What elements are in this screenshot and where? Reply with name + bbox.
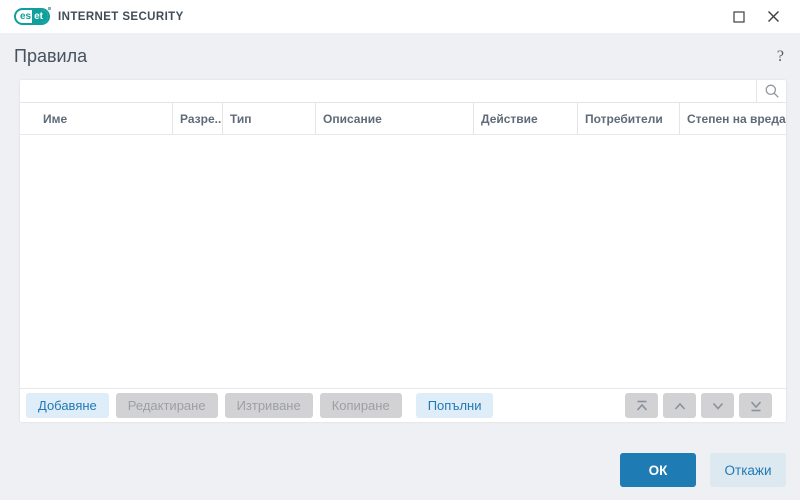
move-up-button[interactable] bbox=[663, 393, 696, 418]
column-header-type[interactable]: Тип bbox=[222, 103, 315, 134]
search-bar bbox=[20, 80, 786, 103]
chevron-down-icon bbox=[711, 400, 725, 412]
ok-button[interactable]: ОК bbox=[620, 453, 696, 487]
chevron-down-bar-icon bbox=[749, 400, 763, 412]
rules-panel: Име Разре... Тип Описание Действие Потре… bbox=[20, 80, 786, 422]
maximize-button[interactable] bbox=[726, 5, 752, 29]
cancel-button[interactable]: Откажи bbox=[710, 453, 786, 487]
trademark-icon bbox=[48, 7, 52, 10]
page-title: Правила bbox=[14, 46, 88, 66]
eset-logo-icon: es et bbox=[14, 7, 52, 25]
dialog-footer: ОК Откажи bbox=[0, 422, 800, 500]
eset-rules-window: es et INTERNET SECURITY Правила ? Име Ра… bbox=[0, 0, 800, 500]
move-down-button[interactable] bbox=[701, 393, 734, 418]
copy-button: Копиране bbox=[319, 393, 402, 418]
column-header-users[interactable]: Потребители bbox=[577, 103, 679, 134]
search-input[interactable] bbox=[20, 80, 756, 102]
delete-button: Изтриване bbox=[224, 393, 313, 418]
maximize-icon bbox=[733, 10, 745, 23]
search-button[interactable] bbox=[756, 80, 786, 102]
column-header-action[interactable]: Действие bbox=[473, 103, 577, 134]
column-header-severity[interactable]: Степен на вреда bbox=[679, 103, 786, 134]
close-icon bbox=[767, 10, 780, 23]
help-button[interactable]: ? bbox=[775, 48, 786, 66]
column-header-permission[interactable]: Разре... bbox=[172, 103, 222, 134]
column-header-description[interactable]: Описание bbox=[315, 103, 473, 134]
add-button[interactable]: Добавяне bbox=[26, 393, 109, 418]
eset-logo-et: et bbox=[32, 10, 49, 23]
rules-toolbar: Добавяне Редактиране Изтриване Копиране … bbox=[20, 388, 786, 422]
brand: es et INTERNET SECURITY bbox=[14, 7, 184, 25]
chevron-up-bar-icon bbox=[635, 400, 649, 412]
title-bar: es et INTERNET SECURITY bbox=[0, 0, 800, 33]
move-top-button[interactable] bbox=[625, 393, 658, 418]
table-header-row: Име Разре... Тип Описание Действие Потре… bbox=[20, 103, 786, 135]
close-button[interactable] bbox=[760, 5, 786, 29]
page-header: Правила ? bbox=[0, 33, 800, 80]
brand-text: INTERNET SECURITY bbox=[58, 10, 184, 23]
chevron-up-icon bbox=[673, 400, 687, 412]
window-controls bbox=[726, 5, 786, 29]
move-bottom-button[interactable] bbox=[739, 393, 772, 418]
column-header-name[interactable]: Име bbox=[20, 103, 172, 134]
search-icon bbox=[764, 83, 780, 99]
eset-logo-es: es bbox=[20, 11, 32, 22]
fill-button[interactable]: Попълни bbox=[415, 393, 494, 418]
rules-table-body bbox=[20, 135, 786, 388]
edit-button: Редактиране bbox=[115, 393, 218, 418]
